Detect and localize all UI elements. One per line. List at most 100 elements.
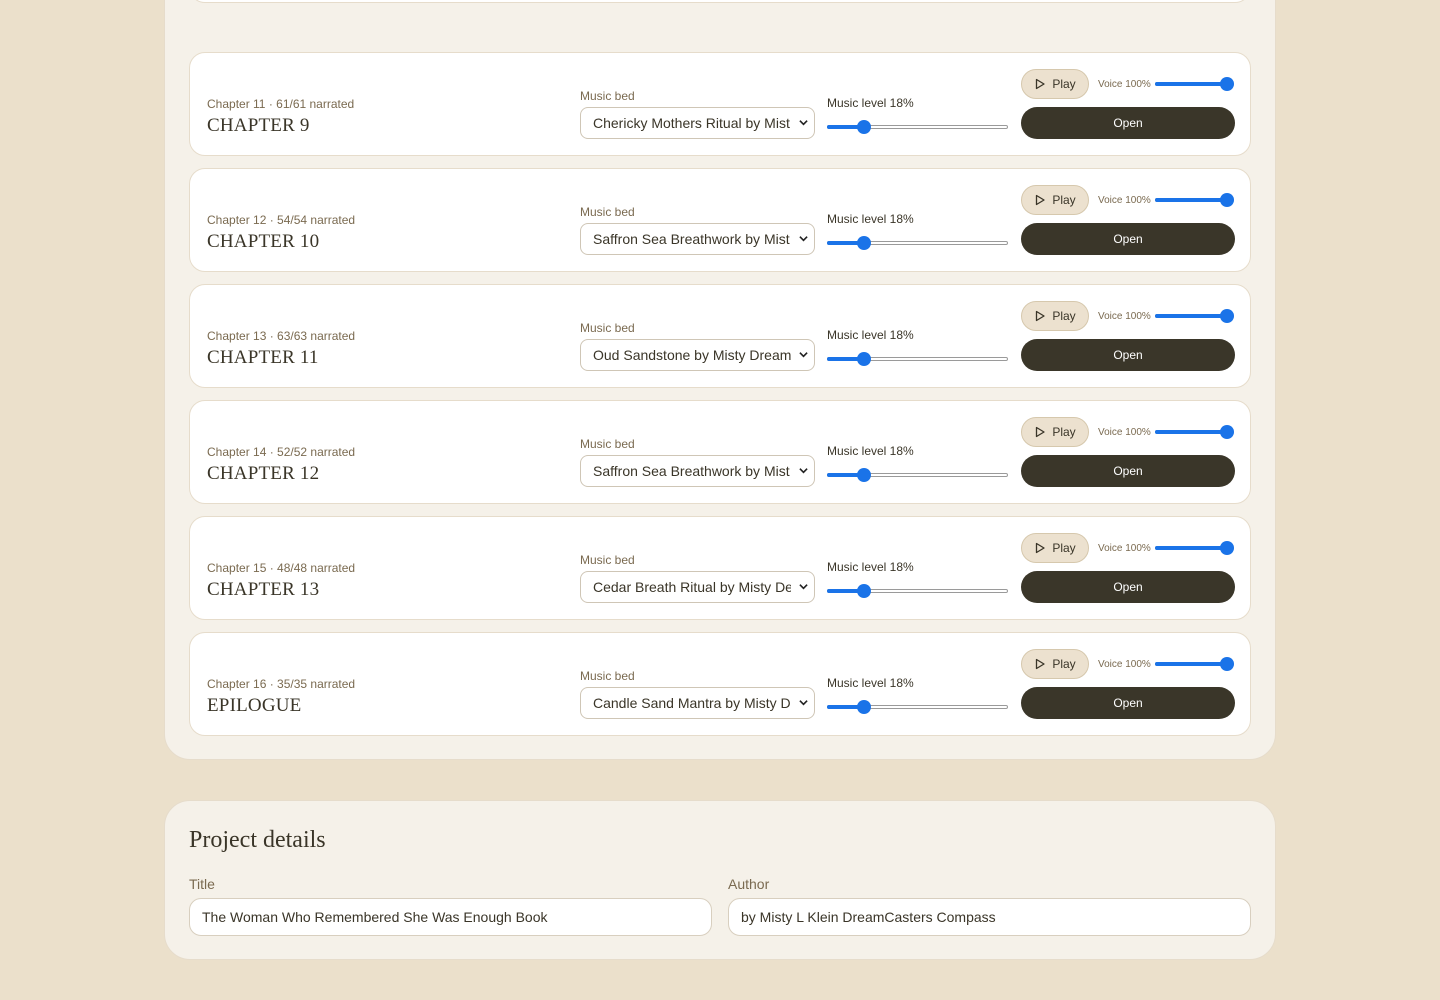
open-chapter-button[interactable]: Open <box>1021 455 1235 487</box>
open-chapter-button[interactable]: Open <box>1021 687 1235 719</box>
play-button[interactable]: Play <box>1021 649 1089 679</box>
slider-thumb[interactable] <box>857 120 872 134</box>
chapter-card: Chapter 11 · 61/61 narrated CHAPTER 9 Musi… <box>189 52 1251 156</box>
music-bed-value: Cedar Breath Ritual by Misty De <box>593 579 791 595</box>
music-bed-select[interactable]: Cedar Breath Ritual by Misty De <box>580 571 815 603</box>
chapter-card: Chapter 16 · 35/35 narrated EPILOGUE Music… <box>189 632 1251 736</box>
slider-thumb[interactable] <box>857 584 872 598</box>
music-bed-label: Music bed <box>580 437 635 451</box>
slider-thumb[interactable] <box>857 700 872 714</box>
music-level-label: Music level 18% <box>827 328 914 342</box>
chapter-meta: Chapter 11 · 61/61 narrated <box>207 97 355 111</box>
play-button[interactable]: Play <box>1021 533 1089 563</box>
music-level-slider[interactable] <box>827 119 1008 135</box>
music-bed-value: Oud Sandstone by Misty Dream <box>593 347 791 363</box>
chevron-down-icon <box>799 700 808 706</box>
voice-level-label: Voice 100% <box>1098 427 1151 438</box>
slider-thumb[interactable] <box>857 352 872 366</box>
chapter-title: CHAPTER 10 <box>207 231 320 252</box>
title-input[interactable]: The Woman Who Remembered She Was Enough … <box>189 898 712 936</box>
chapter-title: EPILOGUE <box>207 695 302 716</box>
title-label: Title <box>189 876 215 892</box>
slider-thumb[interactable] <box>1220 309 1234 323</box>
music-level-label: Music level 18% <box>827 96 914 110</box>
author-input[interactable]: by Misty L Klein DreamCasters Compass <box>728 898 1251 936</box>
music-bed-select[interactable]: Chericky Mothers Ritual by Mist <box>580 107 815 139</box>
play-button-label: Play <box>1052 193 1076 207</box>
slider-thumb[interactable] <box>857 236 872 250</box>
music-level-label: Music level 18% <box>827 560 914 574</box>
play-button-label: Play <box>1052 309 1076 323</box>
chevron-down-icon <box>799 352 808 358</box>
music-bed-value: Candle Sand Mantra by Misty D <box>593 695 791 711</box>
chapter-meta: Chapter 14 · 52/52 narrated <box>207 445 356 459</box>
music-bed-select[interactable]: Saffron Sea Breathwork by Mist <box>580 455 815 487</box>
music-level-label: Music level 18% <box>827 444 914 458</box>
music-level-slider[interactable] <box>827 699 1008 715</box>
music-level-slider[interactable] <box>827 467 1008 483</box>
music-bed-label: Music bed <box>580 89 635 103</box>
slider-thumb[interactable] <box>1220 541 1234 555</box>
voice-level-slider[interactable] <box>1155 76 1234 92</box>
slider-thumb[interactable] <box>1220 77 1234 91</box>
open-chapter-button[interactable]: Open <box>1021 223 1235 255</box>
play-icon <box>1036 194 1045 206</box>
music-bed-select[interactable]: Candle Sand Mantra by Misty D <box>580 687 815 719</box>
music-bed-value: Chericky Mothers Ritual by Mist <box>593 115 790 131</box>
chapter-meta: Chapter 13 · 63/63 narrated <box>207 329 356 343</box>
music-bed-value: Saffron Sea Breathwork by Mist <box>593 231 790 247</box>
slider-thumb[interactable] <box>1220 657 1234 671</box>
voice-level-slider[interactable] <box>1155 656 1234 672</box>
open-chapter-button[interactable]: Open <box>1021 339 1235 371</box>
slider-thumb[interactable] <box>1220 425 1234 439</box>
music-bed-label: Music bed <box>580 553 635 567</box>
music-level-slider[interactable] <box>827 235 1008 251</box>
music-level-label: Music level 18% <box>827 212 914 226</box>
music-level-slider[interactable] <box>827 351 1008 367</box>
author-label: Author <box>728 876 770 892</box>
voice-level-label: Voice 100% <box>1098 311 1151 322</box>
play-button-label: Play <box>1052 541 1076 555</box>
play-button-label: Play <box>1052 77 1076 91</box>
play-button[interactable]: Play <box>1021 69 1089 99</box>
chevron-down-icon <box>799 236 808 242</box>
play-button[interactable]: Play <box>1021 301 1089 331</box>
chapter-title: CHAPTER 11 <box>207 347 319 368</box>
project-details-heading: Project details <box>189 827 326 853</box>
chapter-card: CHAPTER 8Desert Sand by Misty DreamMaOpe… <box>189 0 1251 3</box>
chevron-down-icon <box>799 120 808 126</box>
chapter-meta: Chapter 12 · 54/54 narrated <box>207 213 356 227</box>
play-icon <box>1036 310 1045 322</box>
chapter-card: Chapter 13 · 63/63 narrated CHAPTER 11 Mus… <box>189 284 1251 388</box>
music-bed-select[interactable]: Saffron Sea Breathwork by Mist <box>580 223 815 255</box>
chevron-down-icon <box>799 584 808 590</box>
voice-level-slider[interactable] <box>1155 308 1234 324</box>
chapters-panel: CHAPTER 8Desert Sand by Misty DreamMaOpe… <box>164 0 1276 760</box>
chapter-title: CHAPTER 9 <box>207 115 310 136</box>
play-icon <box>1036 78 1045 90</box>
voice-level-label: Voice 100% <box>1098 659 1151 670</box>
voice-level-slider[interactable] <box>1155 192 1234 208</box>
voice-level-slider[interactable] <box>1155 424 1234 440</box>
play-icon <box>1036 658 1045 670</box>
slider-thumb[interactable] <box>1220 193 1234 207</box>
play-icon <box>1036 426 1045 438</box>
voice-level-slider[interactable] <box>1155 540 1234 556</box>
chapter-card: Chapter 15 · 48/48 narrated CHAPTER 13 Mus… <box>189 516 1251 620</box>
chapter-meta: Chapter 15 · 48/48 narrated <box>207 561 356 575</box>
music-level-slider[interactable] <box>827 583 1008 599</box>
open-chapter-button[interactable]: Open <box>1021 107 1235 139</box>
open-chapter-button[interactable]: Open <box>1021 571 1235 603</box>
project-details-panel: Project details Title The Woman Who Reme… <box>164 800 1276 960</box>
voice-level-label: Voice 100% <box>1098 195 1151 206</box>
chapter-card: Chapter 14 · 52/52 narrated CHAPTER 12 Mus… <box>189 400 1251 504</box>
music-bed-select[interactable]: Oud Sandstone by Misty Dream <box>580 339 815 371</box>
music-bed-label: Music bed <box>580 205 635 219</box>
play-icon <box>1036 542 1045 554</box>
slider-thumb[interactable] <box>857 468 872 482</box>
play-button[interactable]: Play <box>1021 185 1089 215</box>
music-level-label: Music level 18% <box>827 676 914 690</box>
voice-level-label: Voice 100% <box>1098 79 1151 90</box>
voice-level-label: Voice 100% <box>1098 543 1151 554</box>
play-button[interactable]: Play <box>1021 417 1089 447</box>
